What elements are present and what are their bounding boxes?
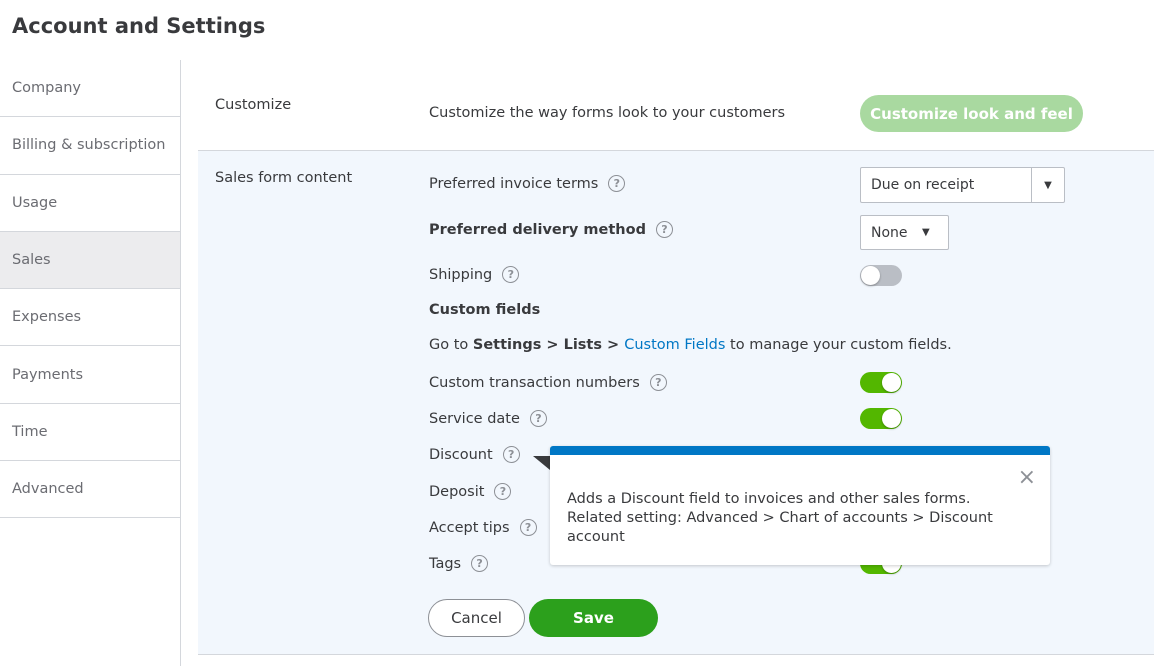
shipping-toggle[interactable] [860, 265, 902, 286]
delivery-method-select[interactable]: None ▼ [860, 215, 949, 250]
invoice-terms-select[interactable]: Due on receipt ▼ [860, 167, 1065, 203]
sidebar-item-expenses[interactable]: Expenses [0, 289, 180, 347]
help-icon[interactable]: ? [529, 410, 547, 427]
sidebar-item-sales[interactable]: Sales [0, 231, 180, 290]
note-text: Go to [429, 337, 473, 353]
custom-fields-link[interactable]: Custom Fields [624, 337, 725, 353]
chevron-down-icon: ▼ [922, 227, 930, 238]
toggle-knob [882, 409, 901, 428]
help-icon[interactable]: ? [519, 519, 537, 536]
help-icon[interactable]: ? [608, 175, 626, 192]
sidebar-item-time[interactable]: Time [0, 404, 180, 462]
custom-fields-heading: Custom fields [429, 302, 541, 318]
shipping-label: Shipping? [429, 266, 520, 283]
sidebar-item-usage[interactable]: Usage [0, 175, 180, 232]
custom-fields-note: Go to Settings > Lists > Custom Fields t… [429, 337, 952, 353]
custom-txn-label: Custom transaction numbers? [429, 374, 667, 391]
tooltip-text: Adds a Discount field to invoices and ot… [567, 491, 993, 545]
delivery-method-label: Preferred delivery method? [429, 221, 673, 238]
discount-tooltip: × Adds a Discount field to invoices and … [550, 446, 1050, 565]
chevron-down-icon[interactable]: ▼ [1031, 168, 1064, 202]
service-date-label: Service date? [429, 410, 547, 427]
invoice-terms-label: Preferred invoice terms? [429, 175, 626, 192]
customize-look-button[interactable]: Customize look and feel [860, 95, 1083, 132]
save-button[interactable]: Save [529, 599, 658, 637]
label-text: Preferred delivery method [429, 221, 646, 238]
help-icon[interactable]: ? [494, 483, 512, 500]
close-icon[interactable]: × [1018, 465, 1036, 490]
delivery-method-value: None [871, 224, 908, 241]
help-icon[interactable]: ? [471, 555, 489, 572]
toggle-knob [882, 373, 901, 392]
help-icon[interactable]: ? [655, 221, 673, 238]
cancel-button[interactable]: Cancel [428, 599, 525, 637]
label-text: Tags [429, 555, 462, 572]
help-icon[interactable]: ? [502, 266, 520, 283]
settings-path: Settings > Lists > [472, 337, 625, 353]
tags-label: Tags? [429, 555, 489, 572]
sales-form-section-title: Sales form content [215, 170, 353, 186]
invoice-terms-value: Due on receipt [871, 177, 975, 193]
toggle-knob [861, 266, 880, 285]
label-text: Service date [429, 410, 520, 427]
page-title: Account and Settings [12, 14, 266, 38]
service-date-toggle[interactable] [860, 408, 902, 429]
sidebar-item-payments[interactable]: Payments [0, 346, 180, 404]
sales-form-panel [198, 150, 1154, 655]
sidebar-item-advanced[interactable]: Advanced [0, 461, 180, 519]
help-icon[interactable]: ? [502, 446, 520, 463]
customize-description: Customize the way forms look to your cus… [429, 105, 786, 121]
deposit-label: Deposit? [429, 483, 512, 500]
label-text: Shipping [429, 266, 493, 283]
sidebar-item-billing[interactable]: Billing & subscription [0, 117, 180, 175]
label-text: Preferred invoice terms [429, 175, 599, 192]
accept-tips-label: Accept tips? [429, 519, 537, 536]
note-text: to manage your custom fields. [725, 337, 952, 353]
help-icon[interactable]: ? [649, 374, 667, 391]
label-text: Accept tips [429, 519, 510, 536]
sidebar-item-company[interactable]: Company [0, 60, 180, 118]
tooltip-pointer [533, 456, 550, 470]
discount-label: Discount? [429, 446, 520, 463]
label-text: Custom transaction numbers [429, 374, 640, 391]
label-text: Deposit [429, 483, 485, 500]
sidebar: Company Billing & subscription Usage Sal… [0, 60, 181, 666]
customize-section-title: Customize [215, 97, 292, 113]
custom-txn-toggle[interactable] [860, 372, 902, 393]
label-text: Discount [429, 446, 493, 463]
